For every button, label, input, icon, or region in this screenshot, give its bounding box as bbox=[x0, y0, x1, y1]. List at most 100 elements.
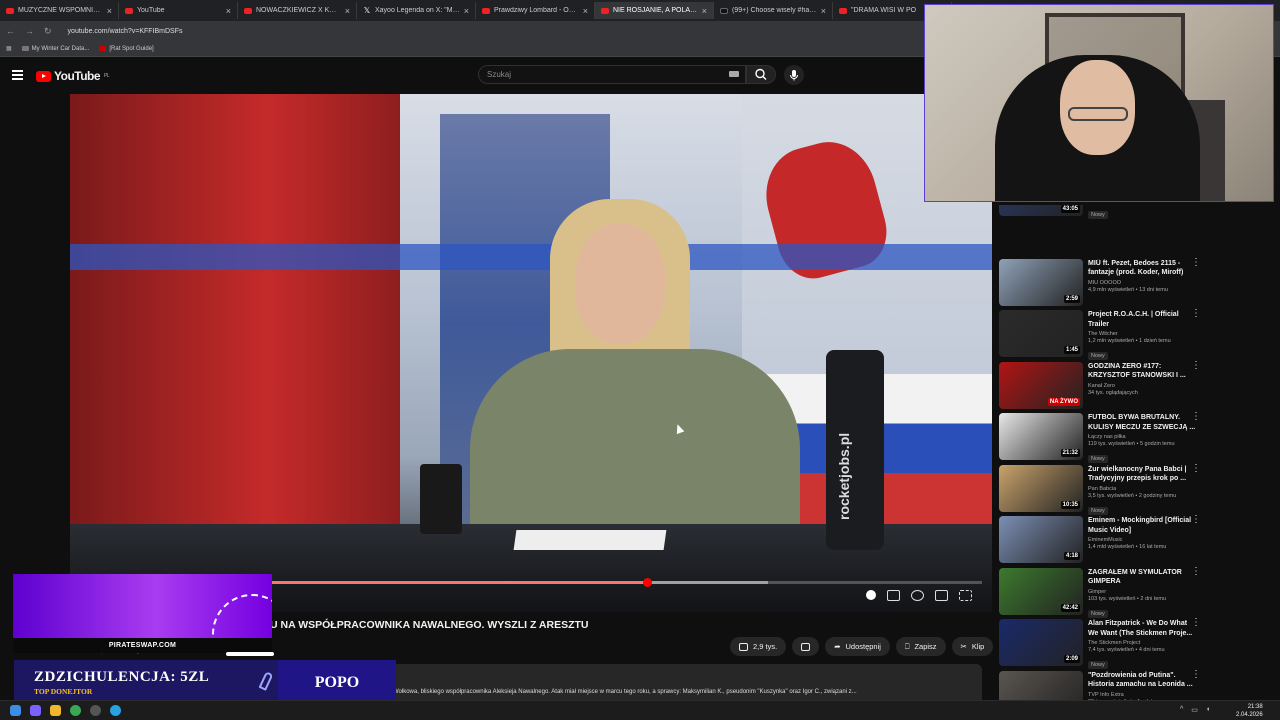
related-video-title[interactable]: GODZINA ZERO #177: KRZYSZTOF STANOWSKI I… bbox=[1088, 362, 1198, 381]
sponsor-label: PIRATESWAP.COM bbox=[13, 638, 272, 653]
sponsor-progress bbox=[226, 652, 274, 656]
more-options-icon[interactable]: ⋮ bbox=[1191, 360, 1201, 370]
browser-tab[interactable]: Prawdziwy Lombard - Odcinek× bbox=[476, 2, 595, 19]
close-tab-icon[interactable]: × bbox=[464, 6, 469, 16]
related-video-title[interactable]: "Pozdrowienia od Putina". Historia zamac… bbox=[1088, 671, 1198, 690]
obs-icon[interactable] bbox=[90, 705, 101, 716]
related-video-item[interactable]: 10:35 Żur wielkanocny Pana Babci | Tradyc… bbox=[999, 463, 1207, 515]
browser-tab[interactable]: (99+) Choose wisely #haircut #× bbox=[714, 2, 833, 19]
video-thumbnail[interactable]: 21:32 bbox=[999, 413, 1083, 460]
related-video-item[interactable]: 2:09 Alan Fitzpatrick - We Do What We Wan… bbox=[999, 617, 1207, 669]
related-video-title[interactable]: Project R.O.A.C.H. | Official Trailer bbox=[1088, 310, 1198, 329]
related-video-meta: 119 tys. wyświetleń • 5 godzin temu bbox=[1088, 441, 1175, 447]
keyboard-icon[interactable] bbox=[729, 71, 739, 77]
telegram-icon[interactable] bbox=[110, 705, 121, 716]
more-options-icon[interactable]: ⋮ bbox=[1191, 618, 1201, 628]
forward-icon[interactable]: → bbox=[25, 26, 34, 36]
video-player[interactable]: rocketjobs.pl bbox=[70, 94, 992, 612]
bookmark-item[interactable]: My Winter Car Data... bbox=[21, 46, 89, 52]
close-tab-icon[interactable]: × bbox=[226, 6, 231, 16]
buffered-bar bbox=[270, 581, 769, 584]
search-input[interactable]: Szukaj bbox=[478, 65, 746, 84]
explorer-icon[interactable] bbox=[50, 705, 61, 716]
related-video-title[interactable]: Alan Fitzpatrick - We Do What We Want (T… bbox=[1088, 619, 1198, 638]
video-progress-bar[interactable] bbox=[270, 578, 982, 587]
video-thumbnail[interactable]: NA ŻYWO bbox=[999, 361, 1083, 409]
more-options-icon[interactable]: ⋮ bbox=[1191, 463, 1201, 473]
video-thumbnail[interactable]: 42:42 bbox=[999, 567, 1083, 615]
network-icon[interactable]: ▭ bbox=[1191, 706, 1198, 714]
youtube-logo[interactable]: YouTube PL bbox=[36, 69, 110, 83]
video-paper bbox=[513, 530, 667, 550]
related-video-item[interactable]: 2:59 MIÜ ft. Pezet, Bedoes 2115 - fantazj… bbox=[999, 257, 1207, 309]
like-button[interactable]: 2,9 tys. bbox=[730, 637, 787, 656]
video-thumbnail[interactable]: 4:18 bbox=[999, 516, 1083, 563]
thumbs-up-icon bbox=[739, 642, 748, 651]
reload-icon[interactable]: ↻ bbox=[44, 26, 52, 37]
close-tab-icon[interactable]: × bbox=[583, 6, 588, 16]
windows-start-icon[interactable] bbox=[10, 705, 21, 716]
bookmark-item[interactable]: [Rat Spot Guide] bbox=[99, 46, 154, 52]
close-tab-icon[interactable]: × bbox=[821, 6, 826, 16]
video-bottle: rocketjobs.pl bbox=[826, 350, 884, 550]
browser-tab[interactable]: 𝕏 Xayoo Legenda on X: "MEGA × bbox=[357, 2, 476, 19]
search-button[interactable] bbox=[746, 65, 776, 84]
subtitles-icon[interactable] bbox=[887, 590, 900, 601]
video-thumbnail[interactable]: 10:35 bbox=[999, 464, 1083, 512]
browser-tab[interactable]: NIE ROSJANIE, A POLACY. × bbox=[595, 2, 714, 19]
more-options-icon[interactable]: ⋮ bbox=[1191, 257, 1201, 267]
related-video-channel: Łączy nas piłka bbox=[1088, 434, 1126, 440]
video-duration: 42:42 bbox=[1060, 603, 1080, 612]
related-video-title[interactable]: FUTBOL BYWA BRUTALNY. KULISY MECZU ZE SZ… bbox=[1088, 413, 1198, 432]
chrome-icon[interactable] bbox=[70, 705, 81, 716]
url-field[interactable]: youtube.com/watch?v=KFFIBmDSFs bbox=[68, 28, 183, 35]
share-button[interactable]: ➦ Udostępnij bbox=[825, 637, 890, 656]
related-video-item[interactable]: NA ŻYWO GODZINA ZERO #177: KRZYSZTOF STAN… bbox=[999, 360, 1207, 412]
back-icon[interactable]: ← bbox=[6, 26, 15, 36]
related-video-title[interactable]: MIÜ ft. Pezet, Bedoes 2115 - fantazje (p… bbox=[1088, 259, 1198, 278]
close-tab-icon[interactable]: × bbox=[702, 6, 707, 16]
more-options-icon[interactable]: ⋮ bbox=[1191, 412, 1201, 422]
related-video-item[interactable]: 43:05 Nowy bbox=[999, 205, 1207, 257]
related-video-title[interactable]: Żur wielkanocny Pana Babci | Tradycyjny … bbox=[1088, 465, 1198, 484]
autoplay-toggle[interactable] bbox=[866, 590, 876, 600]
related-video-item[interactable]: 1:45 Project R.O.A.C.H. | Official Traile… bbox=[999, 308, 1207, 360]
browser-tab[interactable]: NOWACZKIEWICZ X KAZIOR -× bbox=[238, 2, 357, 19]
more-options-icon[interactable]: ⋮ bbox=[1191, 309, 1201, 319]
video-mug bbox=[420, 464, 462, 534]
video-duration: 21:32 bbox=[1060, 449, 1080, 457]
video-thumbnail[interactable]: 43:05 bbox=[999, 205, 1083, 216]
related-video-item[interactable]: 42:42 ZAGRAŁEM W SYMULATOR GIMPERA Gimper 1… bbox=[999, 566, 1207, 618]
voice-search-button[interactable] bbox=[784, 65, 804, 85]
clip-button[interactable]: ✂ Klip bbox=[951, 637, 994, 656]
discord-icon[interactable] bbox=[30, 705, 41, 716]
apps-icon[interactable]: ▦ bbox=[6, 45, 12, 52]
tray-chevron-icon[interactable]: ^ bbox=[1180, 706, 1183, 714]
more-options-icon[interactable]: ⋮ bbox=[1191, 669, 1201, 679]
close-tab-icon[interactable]: × bbox=[107, 6, 112, 16]
related-video-meta: 1,2 mln wyświetleń • 1 dzień temu bbox=[1088, 338, 1171, 344]
menu-icon[interactable] bbox=[12, 70, 23, 82]
more-options-icon[interactable]: ⋮ bbox=[1191, 515, 1201, 525]
related-video-item[interactable]: 4:18 Eminem - Mockingbird [Official Music… bbox=[999, 514, 1207, 566]
related-video-title[interactable]: ZAGRAŁEM W SYMULATOR GIMPERA bbox=[1088, 568, 1198, 587]
close-tab-icon[interactable]: × bbox=[345, 6, 350, 16]
related-video-channel: Gimper bbox=[1088, 588, 1107, 595]
save-button[interactable]: ⎕ Zapisz bbox=[895, 637, 946, 656]
dislike-button[interactable] bbox=[792, 637, 820, 656]
settings-icon[interactable] bbox=[911, 590, 924, 601]
clock[interactable]: 21:38 2.04.2026 bbox=[1236, 703, 1263, 719]
browser-tab[interactable]: MUZYCZNE WSPOMNIENIA KI...× bbox=[0, 2, 119, 19]
video-thumbnail[interactable]: 1:45 bbox=[999, 310, 1083, 357]
related-video-item[interactable]: 21:32 FUTBOL BYWA BRUTALNY. KULISY MECZU … bbox=[999, 411, 1207, 463]
related-video-title[interactable]: Eminem - Mockingbird [Official Music Vid… bbox=[1088, 516, 1198, 535]
volume-icon[interactable]: ◖ bbox=[1206, 706, 1210, 714]
more-options-icon[interactable]: ⋮ bbox=[1191, 566, 1201, 576]
miniplayer-icon[interactable] bbox=[935, 590, 948, 601]
related-video-channel: Kanał Zero bbox=[1088, 382, 1115, 389]
tiktok-icon bbox=[720, 7, 728, 14]
video-thumbnail[interactable]: 2:09 bbox=[999, 619, 1083, 666]
fullscreen-icon[interactable] bbox=[959, 590, 972, 601]
video-thumbnail[interactable]: 2:59 bbox=[999, 258, 1083, 306]
browser-tab[interactable]: YouTube × bbox=[119, 2, 238, 19]
